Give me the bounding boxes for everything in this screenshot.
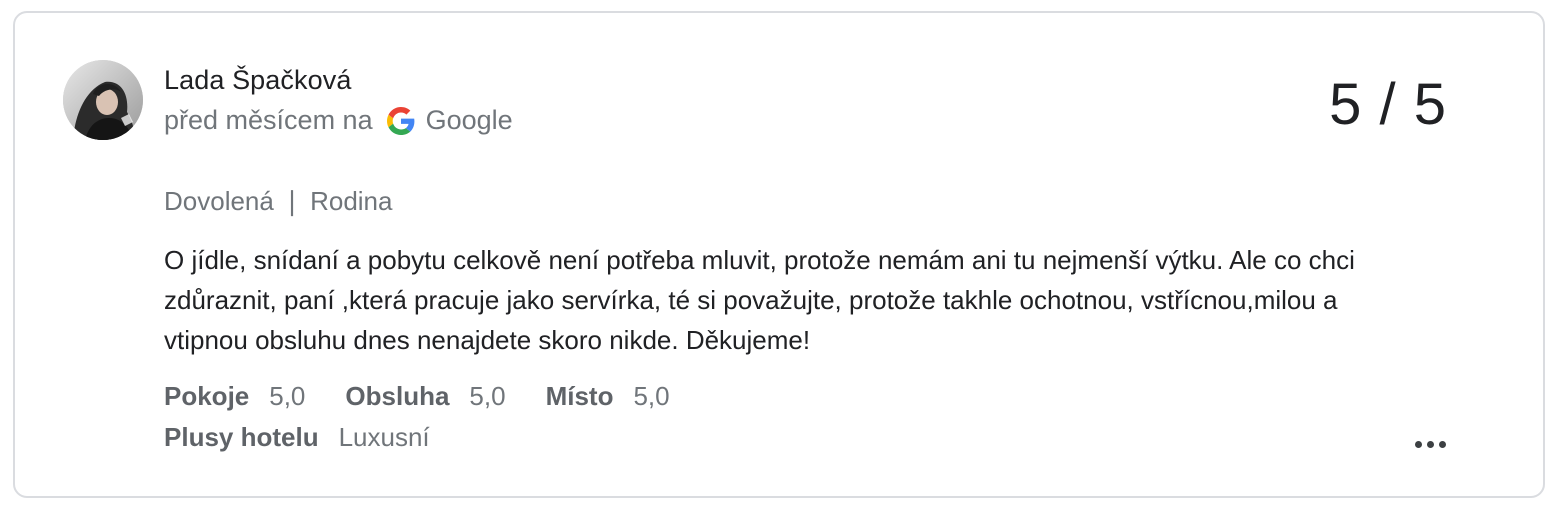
highlights-value: Luxusní bbox=[338, 422, 430, 452]
review-meta: před měsícem na Google bbox=[164, 105, 513, 136]
subrating-rooms: Pokoje 5,0 bbox=[164, 381, 305, 412]
subratings: Pokoje 5,0 Obsluha 5,0 Místo 5,0 bbox=[164, 381, 710, 412]
subrating-label: Pokoje bbox=[164, 381, 250, 411]
more-horizontal-icon bbox=[1438, 440, 1446, 448]
more-options-button[interactable] bbox=[1408, 429, 1452, 459]
review-text: O jídle, snídaní a pobytu celkově není p… bbox=[164, 245, 1355, 355]
review-card: Lada Špačková před měsícem na Google 5 /… bbox=[13, 11, 1545, 498]
subrating-location: Místo 5,0 bbox=[546, 381, 670, 412]
subrating-label: Místo bbox=[545, 381, 614, 411]
subrating-label: Obsluha bbox=[345, 381, 450, 411]
rating-score: 5 / 5 bbox=[1329, 72, 1447, 137]
subrating-value: 5,0 bbox=[633, 381, 670, 411]
review-time: před měsícem na bbox=[164, 105, 373, 135]
avatar[interactable] bbox=[63, 60, 143, 140]
google-g-icon bbox=[386, 106, 415, 135]
more-horizontal-icon bbox=[1414, 440, 1422, 448]
subrating-value: 5,0 bbox=[469, 381, 506, 411]
subrating-service: Obsluha 5,0 bbox=[345, 381, 505, 412]
more-horizontal-icon bbox=[1426, 440, 1434, 448]
trip-type: Dovolená ❘ Rodina bbox=[164, 186, 393, 216]
avatar-photo bbox=[63, 60, 143, 140]
subrating-value: 5,0 bbox=[269, 381, 306, 411]
review-source[interactable]: Google bbox=[426, 105, 513, 136]
hotel-highlights: Plusy hotelu Luxusní bbox=[164, 422, 430, 453]
highlights-label: Plusy hotelu bbox=[164, 422, 319, 452]
reviewer-name[interactable]: Lada Špačková bbox=[164, 65, 351, 96]
